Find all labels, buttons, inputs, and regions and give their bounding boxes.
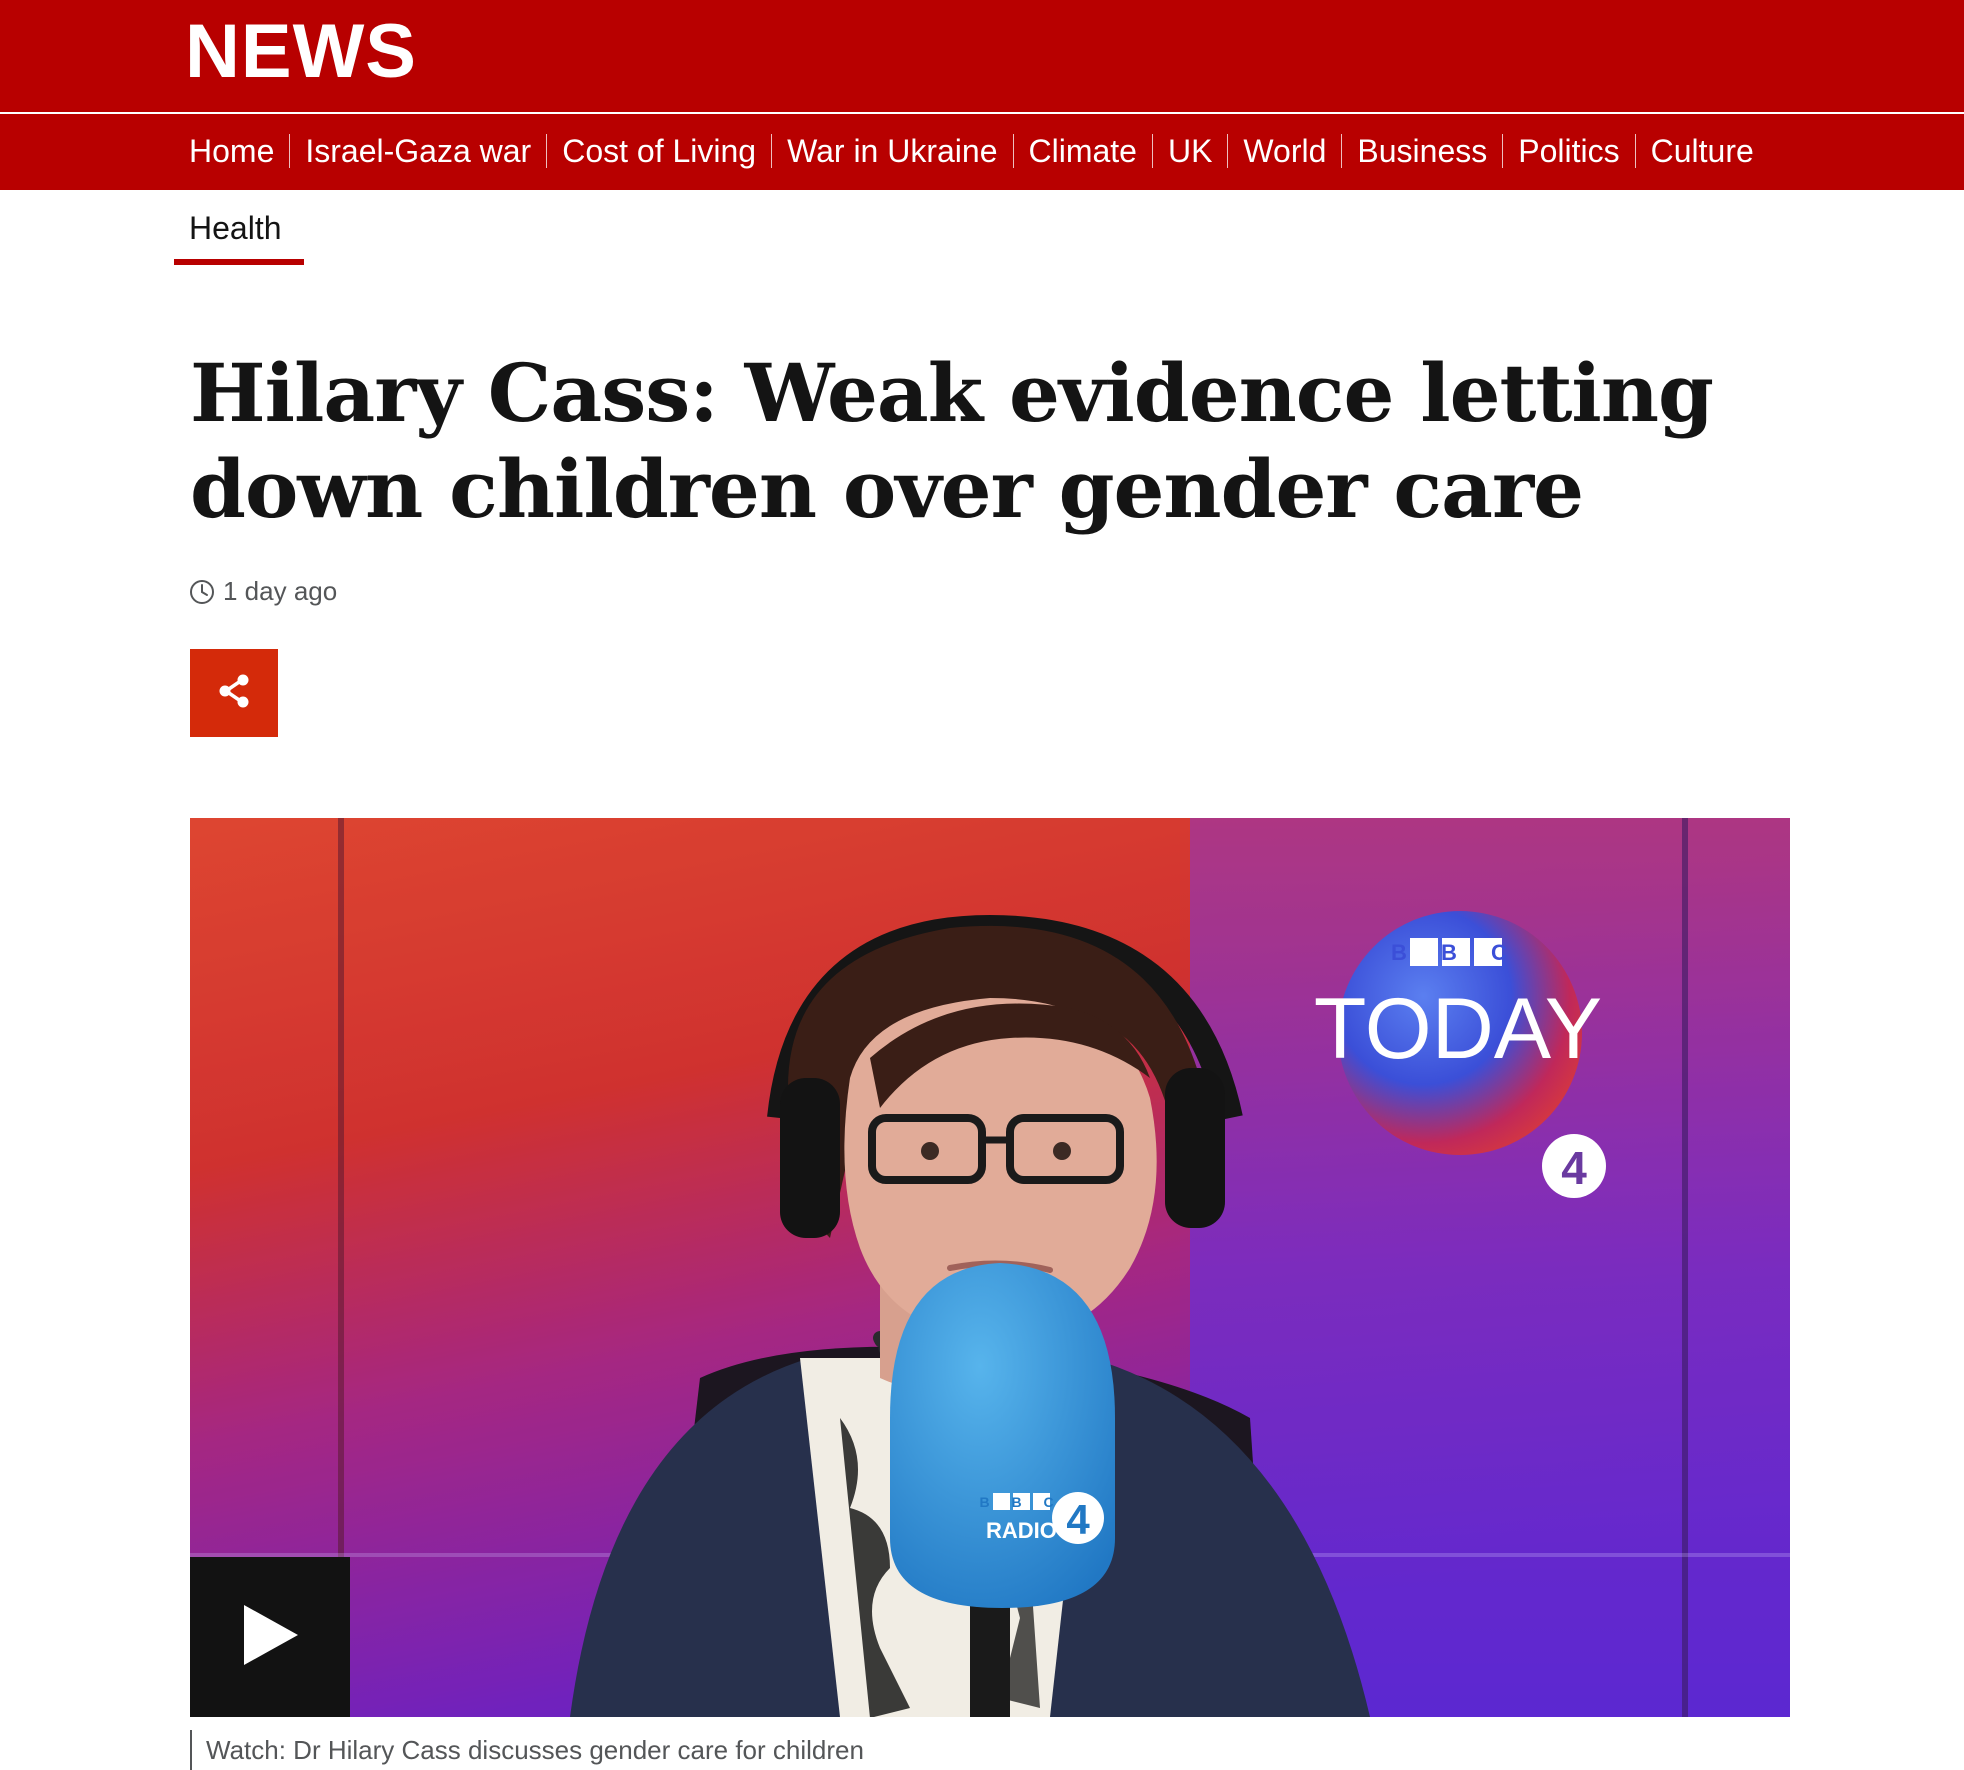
nav-item-business[interactable]: Business — [1357, 131, 1487, 171]
nav-divider — [289, 134, 291, 168]
nav-item-cost-of-living[interactable]: Cost of Living — [562, 131, 756, 171]
video-player[interactable]: B B C TODAY 4 B B C RADIO 4 — [190, 818, 1790, 1717]
headline-line-1: Hilary Cass: Weak evidence letting — [190, 346, 1714, 440]
masthead: NEWS — [0, 0, 1964, 112]
nav-divider — [1634, 134, 1636, 168]
share-icon — [217, 673, 251, 714]
orb-today-text: TODAY — [1314, 981, 1602, 1077]
nav-list: Home Israel-Gaza war Cost of Living War … — [189, 131, 1754, 171]
section-nav-label[interactable]: Health — [189, 208, 282, 248]
mic-bbc-text: B B C — [979, 1494, 1062, 1510]
nav-item-uk[interactable]: UK — [1168, 131, 1212, 171]
nav-divider — [1502, 134, 1504, 168]
nav-item-israel-gaza-war[interactable]: Israel-Gaza war — [305, 131, 531, 171]
section-nav-health[interactable]: Health — [174, 208, 304, 265]
orb-bbc-text: B B C — [1391, 940, 1521, 965]
play-button[interactable] — [190, 1557, 350, 1717]
nav-divider — [1012, 134, 1014, 168]
nav-item-world[interactable]: World — [1243, 131, 1326, 171]
nav-divider — [1227, 134, 1229, 168]
nav-item-climate[interactable]: Climate — [1029, 131, 1137, 171]
play-icon — [240, 1603, 300, 1672]
headline-line-2: down children over gender care — [190, 442, 1584, 536]
timestamp-text: 1 day ago — [223, 576, 338, 606]
mic-station-text: 4 — [1066, 1496, 1090, 1543]
share-button[interactable] — [190, 649, 278, 737]
mic-radio-text: RADIO — [986, 1518, 1057, 1543]
nav-divider — [546, 134, 548, 168]
video-caption: Watch: Dr Hilary Cass discusses gender c… — [190, 1730, 864, 1770]
video-still: B B C TODAY 4 B B C RADIO 4 — [190, 818, 1790, 1717]
news-logo[interactable]: NEWS — [185, 12, 417, 92]
nav-item-home[interactable]: Home — [189, 131, 274, 171]
article-timestamp: 1 day ago — [189, 576, 337, 607]
active-section-indicator — [174, 259, 304, 265]
clock-icon — [189, 579, 215, 605]
article-headline: Hilary Cass: Weak evidence letting down … — [190, 345, 1790, 537]
nav-item-culture[interactable]: Culture — [1651, 131, 1754, 171]
nav-item-war-in-ukraine[interactable]: War in Ukraine — [787, 131, 997, 171]
nav-divider — [771, 134, 773, 168]
nav-divider — [1151, 134, 1153, 168]
primary-nav: Home Israel-Gaza war Cost of Living War … — [0, 112, 1964, 190]
orb-station-text: 4 — [1561, 1142, 1587, 1194]
nav-item-politics[interactable]: Politics — [1518, 131, 1619, 171]
nav-divider — [1341, 134, 1343, 168]
